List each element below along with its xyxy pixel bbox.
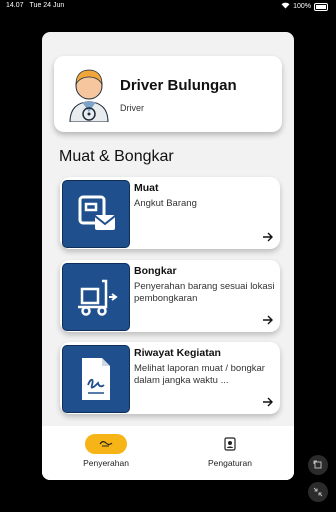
menu-title: Riwayat Kegiatan	[134, 347, 221, 359]
menu-title: Muat	[134, 182, 159, 194]
nav-item-pengaturan[interactable]: Pengaturan	[180, 434, 280, 468]
menu-card-riwayat[interactable]: Riwayat Kegiatan Melihat laporan muat / …	[60, 342, 280, 414]
arrow-right-icon[interactable]	[262, 314, 274, 326]
status-date: Tue 24 Jun	[29, 2, 65, 9]
handshake-icon	[85, 434, 127, 454]
menu-card-muat[interactable]: Muat Angkut Barang	[60, 177, 280, 249]
arrow-right-icon[interactable]	[262, 396, 274, 408]
nav-label: Pengaturan	[208, 458, 252, 468]
menu-title: Bongkar	[134, 265, 177, 277]
profile-role: Driver	[120, 103, 144, 113]
profile-name: Driver Bulungan	[120, 77, 237, 94]
section-title: Muat & Bongkar	[59, 148, 174, 165]
menu-card-bongkar[interactable]: Bongkar Penyerahan barang sesuai lokasi …	[60, 260, 280, 332]
arrow-right-icon[interactable]	[262, 231, 274, 243]
collapse-icon[interactable]	[308, 482, 328, 502]
battery-percent: 100%	[293, 3, 311, 10]
nav-label: Penyerahan	[83, 458, 129, 468]
signed-document-icon	[62, 345, 130, 413]
wifi-icon	[281, 2, 290, 11]
muat-box-envelope-icon	[62, 180, 130, 248]
rotate-screen-icon[interactable]	[308, 455, 328, 475]
status-time: 14.07	[6, 2, 24, 9]
status-bar: 14.07 Tue 24 Jun 100%	[0, 0, 336, 12]
menu-desc: Penyerahan barang sesuai lokasi pembongk…	[134, 281, 275, 304]
battery-icon	[314, 2, 328, 11]
app-window: Driver Bulungan Driver Muat & Bongkar Mu…	[42, 32, 294, 480]
nav-item-penyerahan[interactable]: Penyerahan	[56, 434, 156, 468]
id-badge-icon	[209, 434, 251, 454]
profile-card: Driver Bulungan Driver	[54, 56, 282, 132]
bottom-nav: Penyerahan Pengaturan	[42, 426, 294, 480]
hand-truck-icon	[62, 263, 130, 331]
menu-desc: Angkut Barang	[134, 198, 197, 209]
driver-avatar-icon	[68, 66, 110, 123]
menu-desc: Melihat laporan muat / bongkar dalam jan…	[134, 363, 265, 386]
